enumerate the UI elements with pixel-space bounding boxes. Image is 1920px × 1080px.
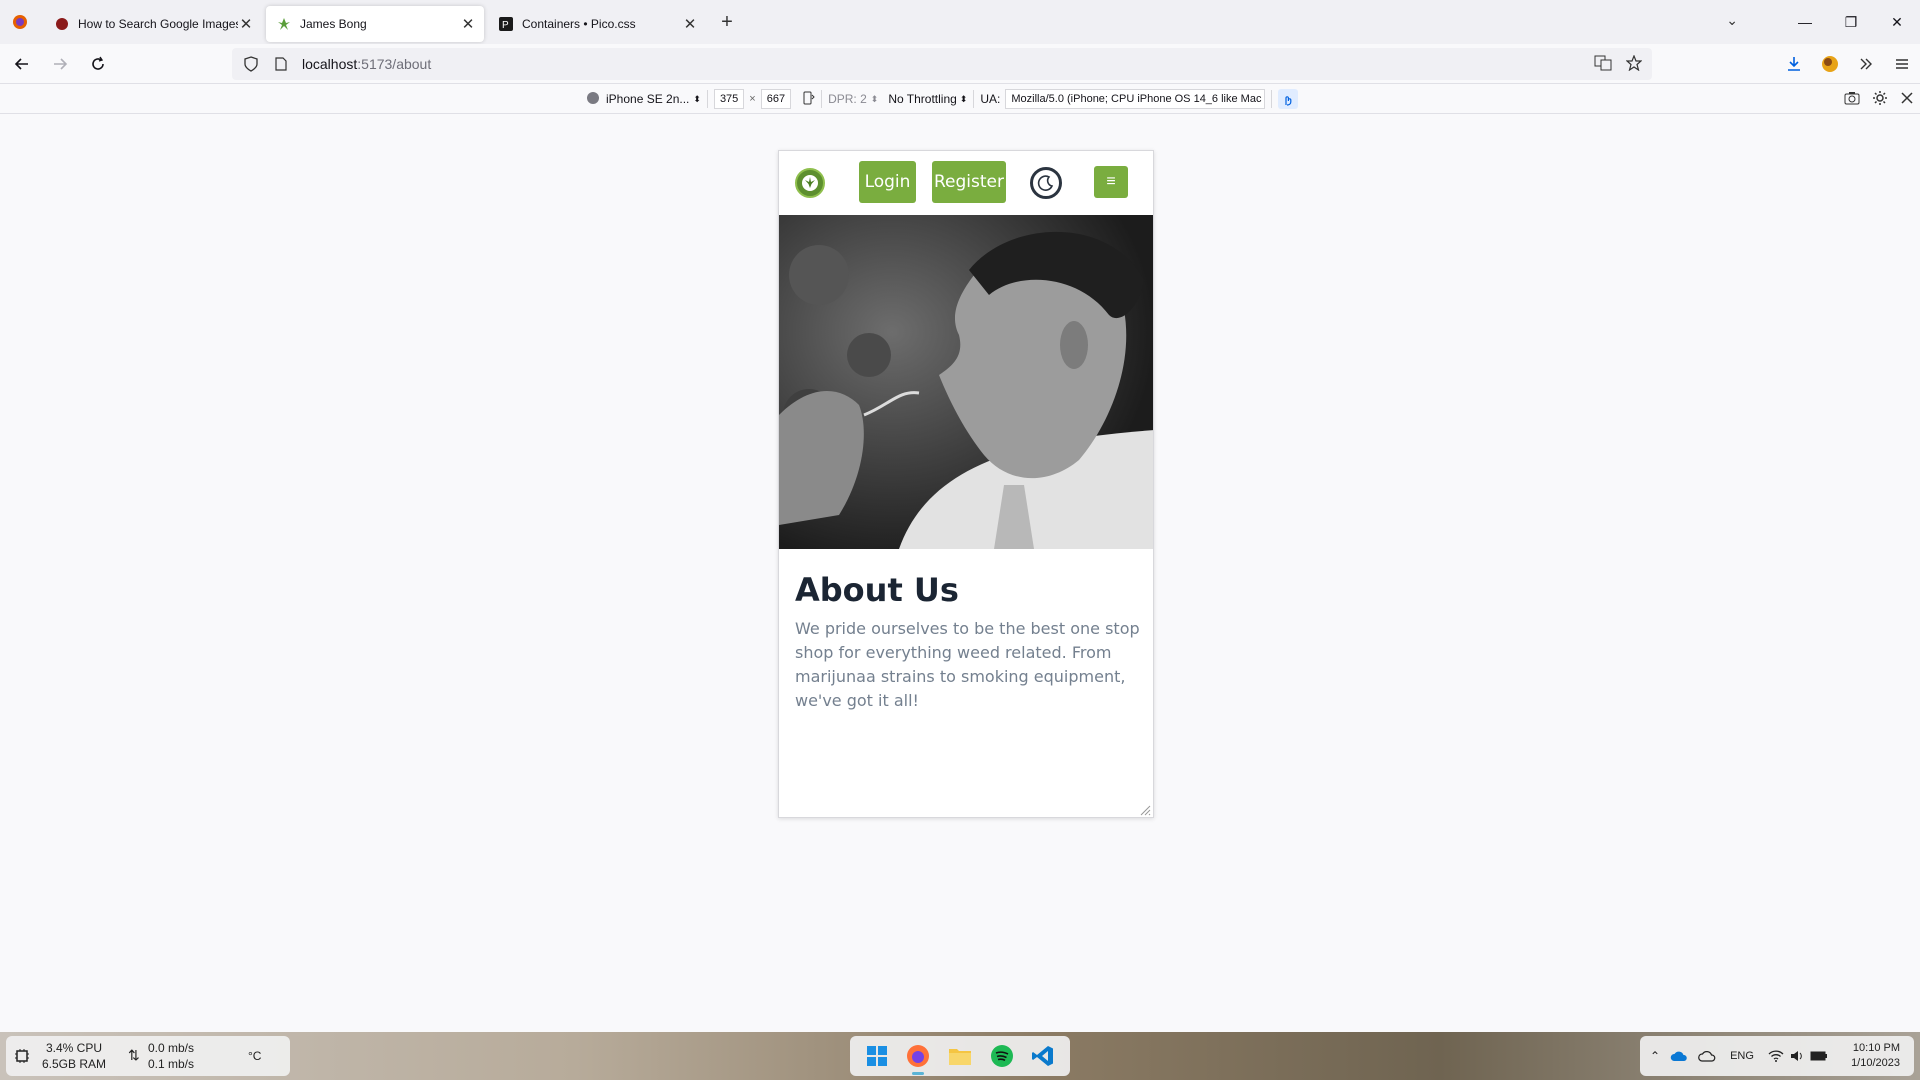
chevron-up-icon[interactable]: ⌃ (1650, 1049, 1660, 1063)
camera-icon[interactable] (1844, 91, 1860, 108)
device-viewport: Login Register ≡ About Us We pride ourse… (778, 150, 1154, 818)
network-arrows-icon: ⇅ (128, 1047, 140, 1063)
reload-icon (92, 56, 104, 70)
site-nav: Login Register ≡ (779, 151, 1153, 215)
onedrive-icon[interactable] (1670, 1050, 1688, 1062)
app-menu-icon[interactable] (1890, 52, 1914, 76)
system-tray: ⌃ ENG 10:10 PM 1/10/2023 (1640, 1036, 1914, 1076)
tab-james-bong[interactable]: James Bong ✕ (266, 6, 484, 42)
minimize-button[interactable]: — (1782, 0, 1828, 44)
nav-bar: localhost:5173/about (0, 44, 1920, 84)
viewport-stage: Login Register ≡ About Us We pride ourse… (0, 115, 1920, 1032)
extension-icon[interactable] (1818, 52, 1842, 76)
user-agent-input[interactable]: Mozilla/5.0 (iPhone; CPU iPhone OS 14_6 … (1005, 89, 1266, 109)
net-up: 0.1 mb/s (148, 1057, 195, 1071)
vscode-icon[interactable] (1028, 1041, 1058, 1071)
responsive-design-toolbar: iPhone SE 2n... ⬍ 375 × 667 DPR: 2 ⬍ No … (0, 85, 1920, 114)
hero-photo (779, 215, 1153, 549)
ua-label: UA: (980, 92, 1001, 106)
download-icon[interactable] (1782, 52, 1806, 76)
ram-usage: 6.5GB RAM (42, 1057, 107, 1071)
firefox-view-icon[interactable] (0, 0, 40, 44)
arrow-left-icon (14, 57, 28, 70)
translate-icon[interactable] (1594, 55, 1612, 74)
height-input[interactable]: 667 (760, 89, 792, 109)
clock[interactable]: 10:10 PM 1/10/2023 (1851, 1041, 1900, 1071)
about-text: We pride ourselves to be the best one st… (795, 619, 1140, 710)
close-icon[interactable] (1900, 91, 1914, 108)
taskbar: 3.4% CPU 6.5GB RAM ⇅ 0.0 mb/s 0.1 mb/s °… (0, 1032, 1920, 1080)
cannabis-logo-icon[interactable] (795, 168, 825, 198)
touch-simulation-icon[interactable] (1278, 89, 1299, 109)
dimension-separator: × (749, 93, 756, 105)
throttling-selector[interactable]: No Throttling (888, 92, 956, 106)
gear-icon[interactable] (1872, 90, 1888, 109)
tab-google-images[interactable]: How to Search Google Images f ✕ (44, 6, 262, 42)
chevron-down-icon: ⬍ (959, 93, 968, 104)
resize-handle-icon[interactable] (1139, 803, 1151, 816)
forward-button[interactable] (44, 48, 76, 80)
url-host: localhost (302, 56, 358, 72)
tab-title: Containers • Pico.css (522, 17, 636, 31)
spotify-icon[interactable] (987, 1041, 1017, 1071)
chevron-down-icon[interactable]: ⌄ (1726, 12, 1738, 29)
device-icon (586, 91, 600, 108)
arrow-right-icon (54, 57, 68, 70)
speaker-icon[interactable] (1790, 1050, 1804, 1062)
leaf-icon (276, 16, 292, 32)
system-monitor-widget[interactable]: 3.4% CPU 6.5GB RAM ⇅ 0.0 mb/s 0.1 mb/s °… (6, 1036, 290, 1076)
restore-button[interactable]: ❐ (1828, 0, 1874, 44)
theme-toggle-button[interactable] (1030, 167, 1062, 199)
width-input[interactable]: 375 (713, 89, 745, 109)
tab-title: James Bong (300, 17, 367, 31)
chevron-down-icon: ⬍ (870, 93, 879, 104)
temperature: °C (248, 1049, 262, 1063)
cpu-usage: 3.4% CPU (46, 1041, 103, 1055)
back-button[interactable] (6, 48, 38, 80)
clock-date: 1/10/2023 (1851, 1057, 1900, 1069)
page-icon[interactable] (270, 57, 292, 71)
bookmark-star-icon[interactable] (1625, 53, 1643, 74)
ladybug-icon (54, 16, 70, 32)
overflow-chevron-icon[interactable] (1854, 52, 1878, 76)
new-tab-button[interactable]: + (712, 7, 742, 37)
pico-logo-icon: P (498, 16, 514, 32)
hamburger-menu-button[interactable]: ≡ (1094, 166, 1128, 198)
clock-time: 10:10 PM (1852, 1042, 1900, 1054)
wifi-icon[interactable] (1768, 1050, 1784, 1062)
tab-strip: How to Search Google Images f ✕ James Bo… (0, 0, 1920, 44)
rotate-icon[interactable] (801, 91, 815, 108)
tab-title: How to Search Google Images f (78, 17, 238, 31)
dpr-selector[interactable]: DPR: 2 (828, 92, 867, 106)
url-path: :5173/about (357, 56, 432, 72)
register-button[interactable]: Register (932, 161, 1006, 203)
url-bar[interactable]: localhost:5173/about (232, 48, 1652, 80)
close-icon[interactable]: ✕ (682, 15, 698, 33)
reload-button[interactable] (82, 48, 114, 80)
device-selector[interactable]: iPhone SE 2n... (606, 92, 689, 106)
battery-icon[interactable] (1810, 1050, 1828, 1062)
language-indicator[interactable]: ENG (1730, 1050, 1754, 1062)
taskbar-apps (850, 1036, 1070, 1076)
cpu-chip-icon (14, 1048, 30, 1068)
chevron-down-icon: ⬍ (693, 93, 701, 104)
close-icon[interactable]: ✕ (460, 15, 476, 33)
shield-icon[interactable] (240, 56, 262, 72)
svg-text:P: P (502, 20, 509, 31)
firefox-icon[interactable] (903, 1041, 933, 1075)
file-explorer-icon[interactable] (945, 1041, 975, 1071)
net-down: 0.0 mb/s (148, 1041, 195, 1055)
tab-pico-css[interactable]: P Containers • Pico.css ✕ (488, 6, 706, 42)
moon-icon (1037, 175, 1054, 191)
close-icon[interactable]: ✕ (238, 15, 254, 33)
cloud-icon[interactable] (1698, 1050, 1716, 1062)
windows-start-icon[interactable] (862, 1041, 892, 1071)
close-window-button[interactable]: ✕ (1874, 0, 1920, 44)
login-button[interactable]: Login (859, 161, 916, 203)
about-title: About Us (795, 571, 959, 609)
